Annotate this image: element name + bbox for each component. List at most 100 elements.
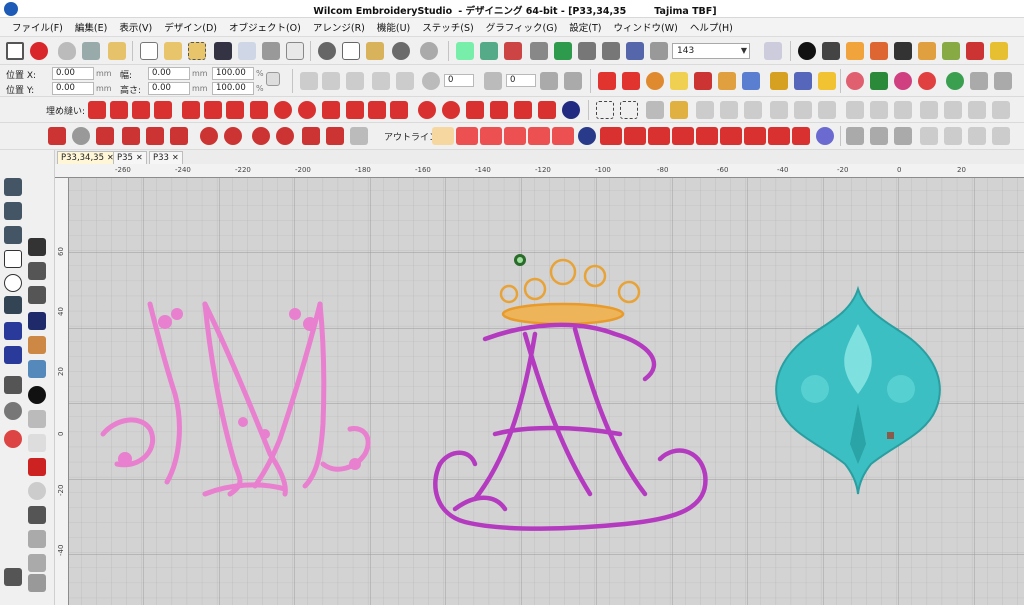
undo-icon[interactable] xyxy=(392,42,410,60)
align-middle-icon[interactable] xyxy=(870,101,888,119)
outline-chain-icon[interactable] xyxy=(768,127,790,145)
tatami-stitch-icon[interactable] xyxy=(622,72,640,90)
repeat-icon[interactable] xyxy=(992,127,1010,145)
outline-stemstitch-icon[interactable] xyxy=(528,127,550,145)
zoom-options-icon[interactable] xyxy=(764,42,782,60)
wave-fill-icon[interactable] xyxy=(670,72,688,90)
pos-y-field[interactable]: 0.00 xyxy=(52,82,94,95)
balloon-icon[interactable] xyxy=(58,42,76,60)
shirt-icon[interactable] xyxy=(870,72,888,90)
group-icon[interactable] xyxy=(696,101,714,119)
column-b-icon[interactable] xyxy=(224,127,242,145)
monogram-icon[interactable] xyxy=(28,360,46,378)
color-film-icon[interactable] xyxy=(504,42,522,60)
color-wheel-icon[interactable] xyxy=(846,42,864,60)
connector-icon[interactable] xyxy=(28,554,46,572)
input-c-icon[interactable] xyxy=(96,127,114,145)
dotted-line-icon[interactable] xyxy=(28,530,46,548)
flip-icon[interactable] xyxy=(846,127,864,145)
scale-height-field[interactable]: 100.00 xyxy=(212,82,254,95)
outline-blanket-icon[interactable] xyxy=(552,127,574,145)
measure-icon[interactable] xyxy=(602,42,620,60)
nudge-icon[interactable] xyxy=(894,127,912,145)
thread-chart-icon[interactable] xyxy=(822,42,840,60)
motif-run-icon[interactable] xyxy=(694,72,712,90)
menu-edit[interactable]: 編集(E) xyxy=(69,20,113,34)
mirror-horizontal-icon[interactable] xyxy=(300,72,318,90)
fill-chain-icon[interactable] xyxy=(274,101,292,119)
object-list-icon[interactable] xyxy=(942,42,960,60)
reshape-curve-icon[interactable] xyxy=(4,202,22,220)
align-top-icon[interactable] xyxy=(846,101,864,119)
grid-table-icon[interactable] xyxy=(970,72,988,90)
align-right-icon[interactable] xyxy=(818,101,836,119)
fill-dot-icon[interactable] xyxy=(322,101,340,119)
lock-proportion-icon[interactable] xyxy=(266,72,280,86)
spool-icon[interactable] xyxy=(918,42,936,60)
fill-cross-icon[interactable] xyxy=(390,101,408,119)
array-icon[interactable] xyxy=(968,127,986,145)
scale-width-field[interactable]: 100.00 xyxy=(212,67,254,80)
bottom-tool-b-icon[interactable] xyxy=(28,574,46,592)
turning-icon[interactable] xyxy=(302,127,320,145)
export-icon[interactable] xyxy=(238,42,256,60)
menu-function[interactable]: 機能(U) xyxy=(371,20,416,34)
stitch-player-icon[interactable] xyxy=(456,42,474,60)
lock-icon[interactable] xyxy=(646,101,664,119)
outline-loop-icon[interactable] xyxy=(696,127,718,145)
tab-p35[interactable]: P35 ✕ xyxy=(113,151,147,164)
fill-zigzag-icon[interactable] xyxy=(88,101,106,119)
rotate-right-icon[interactable] xyxy=(396,72,414,90)
hexagon-icon[interactable] xyxy=(28,410,46,428)
thread-icon[interactable] xyxy=(82,42,100,60)
menu-view[interactable]: 表示(V) xyxy=(113,20,158,34)
color-dots-icon[interactable] xyxy=(894,72,912,90)
outline-crescent-icon[interactable] xyxy=(578,127,596,145)
pen-icon[interactable] xyxy=(28,506,46,524)
menu-settings[interactable]: 設定(T) xyxy=(563,20,607,34)
rotate-angle-icon[interactable] xyxy=(422,72,440,90)
height-field[interactable]: 0.00 xyxy=(148,82,190,95)
menu-help[interactable]: ヘルプ(H) xyxy=(684,20,739,34)
menu-object[interactable]: オブジェクト(O) xyxy=(223,20,307,34)
save-icon[interactable] xyxy=(214,42,232,60)
transform-icon[interactable] xyxy=(564,72,582,90)
menu-design[interactable]: デザイン(D) xyxy=(158,20,223,34)
hexagon-red-icon[interactable] xyxy=(28,458,46,476)
hoop-tool-icon[interactable] xyxy=(4,376,22,394)
pos-x-field[interactable]: 0.00 xyxy=(52,67,94,80)
pointer-star-icon[interactable] xyxy=(350,127,368,145)
input-b-icon[interactable] xyxy=(72,127,90,145)
rectangle-tool-icon[interactable] xyxy=(4,250,22,268)
outline-comb-icon[interactable] xyxy=(672,127,694,145)
outline-dash-icon[interactable] xyxy=(456,127,478,145)
fill-arc-icon[interactable] xyxy=(418,101,436,119)
pointer-tool-icon[interactable] xyxy=(530,42,548,60)
zoom-combo[interactable]: 143 ▼ xyxy=(672,43,750,59)
slant-field[interactable]: 0 xyxy=(506,74,536,87)
fill-star-icon[interactable] xyxy=(490,101,508,119)
close-icon[interactable]: ✕ xyxy=(136,153,143,162)
radial-icon[interactable] xyxy=(276,127,294,145)
color-blend-icon[interactable] xyxy=(918,72,936,90)
home-icon[interactable] xyxy=(6,42,24,60)
fill-satin-icon[interactable] xyxy=(182,101,200,119)
close-icon[interactable]: ✕ xyxy=(172,153,179,162)
open-folder-icon[interactable] xyxy=(164,42,182,60)
folder-stack-icon[interactable] xyxy=(108,42,126,60)
fill-lace-icon[interactable] xyxy=(466,101,484,119)
fill-texture-icon[interactable] xyxy=(538,101,556,119)
fill-grid-icon[interactable] xyxy=(250,101,268,119)
tab-p33-34-35[interactable]: P33,34,35 ✕ xyxy=(57,151,118,164)
shape-group-icon[interactable] xyxy=(4,296,22,314)
applique-tool-icon[interactable] xyxy=(4,402,22,420)
distribute-icon[interactable] xyxy=(920,101,938,119)
select-arrow-icon[interactable] xyxy=(28,238,46,256)
sphere-icon[interactable] xyxy=(28,482,46,500)
menu-graphics[interactable]: グラフィック(G) xyxy=(480,20,564,34)
design-canvas[interactable] xyxy=(55,164,1024,605)
fill-step-icon[interactable] xyxy=(132,101,150,119)
new-file-icon[interactable] xyxy=(140,42,158,60)
open-recent-icon[interactable] xyxy=(188,42,206,60)
align-bottom-icon[interactable] xyxy=(894,101,912,119)
